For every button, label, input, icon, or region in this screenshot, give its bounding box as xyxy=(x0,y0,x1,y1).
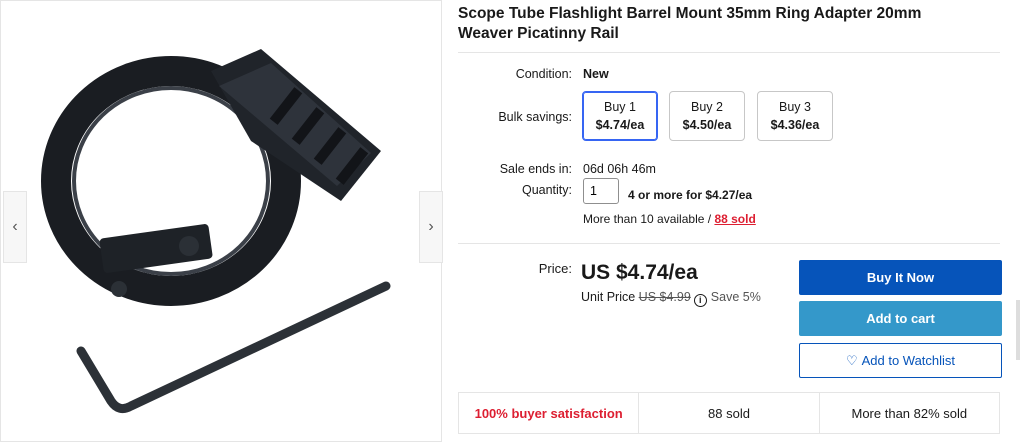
bulk-option-buy-1[interactable]: Buy 1 $4.74/ea xyxy=(582,91,658,141)
bulk-option-qty: Buy 3 xyxy=(779,100,811,114)
image-gallery: ‹ › xyxy=(0,0,443,442)
buyer-satisfaction: 100% buyer satisfaction xyxy=(459,393,640,433)
add-to-watchlist-button[interactable]: ♡ Add to Watchlist xyxy=(799,343,1002,378)
heart-icon: ♡ xyxy=(845,352,858,368)
bulk-option-qty: Buy 1 xyxy=(604,100,636,114)
scrollbar[interactable] xyxy=(1016,300,1020,360)
bulk-option-price: $4.74/ea xyxy=(595,118,645,132)
condition-value: New xyxy=(583,67,609,81)
info-icon[interactable]: i xyxy=(693,294,707,307)
sold-percentage: More than 82% sold xyxy=(851,405,968,421)
bulk-option-qty: Buy 2 xyxy=(691,100,723,114)
availability-line: More than 10 available / 88 sold xyxy=(583,212,756,226)
unit-price-line: Unit Price US $4.99 i Save 5% xyxy=(581,290,761,307)
bulk-option-price: $4.36/ea xyxy=(770,118,820,132)
product-title: Scope Tube Flashlight Barrel Mount 35mm … xyxy=(458,5,922,42)
sold-count: 88 sold xyxy=(639,393,820,433)
chevron-left-icon: ‹ xyxy=(12,218,18,235)
quantity-label: Quantity: xyxy=(521,183,572,197)
price-label: Price: xyxy=(538,261,572,276)
bulk-option-price: $4.50/ea xyxy=(682,118,732,132)
watchlist-label: Add to Watchlist xyxy=(861,353,956,368)
add-to-cart-button[interactable]: Add to cart xyxy=(799,301,1002,336)
price-value: US $4.74/ea xyxy=(581,261,698,284)
gallery-next-button[interactable]: › xyxy=(419,191,443,263)
bulk-option-buy-3[interactable]: Buy 3 $4.36/ea xyxy=(757,91,833,141)
buy-it-now-button[interactable]: Buy It Now xyxy=(799,260,1002,295)
savings-text: Save 5% xyxy=(710,290,761,304)
sale-ends-label: Sale ends in: xyxy=(499,162,572,176)
chevron-right-icon: › xyxy=(428,218,434,235)
unit-price-label: Unit Price xyxy=(581,290,636,304)
sold-count-link[interactable]: 88 sold xyxy=(714,212,755,226)
condition-label: Condition: xyxy=(515,67,572,81)
stats-bar: 100% buyer satisfaction 88 sold More tha… xyxy=(458,392,1000,434)
quantity-input[interactable] xyxy=(583,178,619,204)
availability-text: More than 10 available / xyxy=(583,212,712,226)
product-image[interactable] xyxy=(41,31,401,431)
bulk-option-buy-2[interactable]: Buy 2 $4.50/ea xyxy=(669,91,745,141)
divider xyxy=(458,243,1000,244)
sale-ends-value: 06d 06h 46m xyxy=(583,162,656,176)
quantity-offer: 4 or more for $4.27/ea xyxy=(628,188,753,202)
bulk-savings-label: Bulk savings: xyxy=(498,110,572,124)
original-price: US $4.99 xyxy=(638,290,691,304)
gallery-prev-button[interactable]: ‹ xyxy=(3,191,27,263)
divider xyxy=(458,52,1000,53)
